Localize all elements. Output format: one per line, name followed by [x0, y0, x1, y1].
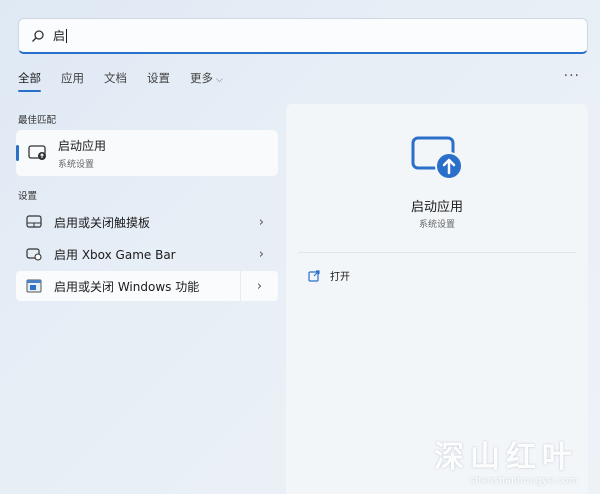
list-item-touchpad[interactable]: 启用或关闭触摸板 ›: [16, 207, 278, 237]
list-item-label: 启用 Xbox Game Bar: [54, 247, 176, 262]
chevron-right-icon: ›: [258, 246, 264, 262]
startup-apps-icon: [28, 145, 46, 160]
search-input[interactable]: 启: [53, 27, 65, 44]
tab-settings[interactable]: 设置: [147, 70, 170, 86]
more-options-icon[interactable]: ···: [564, 68, 580, 84]
search-box[interactable]: 启: [18, 18, 588, 54]
windows-features-icon: [26, 279, 42, 293]
text-caret: [66, 28, 68, 43]
game-bar-icon: [26, 248, 42, 261]
best-match-subtitle: 系统设置: [58, 159, 95, 170]
list-item-windows-features[interactable]: 启用或关闭 Windows 功能 ›: [16, 271, 278, 301]
list-item-label: 启用或关闭 Windows 功能: [54, 279, 200, 294]
startup-apps-large-icon: [411, 136, 463, 180]
tab-documents[interactable]: 文档: [104, 70, 127, 86]
list-item-xbox-game-bar[interactable]: 启用 Xbox Game Bar ›: [16, 239, 278, 269]
detail-title: 启动应用: [410, 200, 463, 215]
best-match-text: 启动应用 系统设置: [58, 137, 106, 170]
watermark-title: 深山红叶: [434, 440, 578, 475]
watermark-url: shenshanhongye.com: [470, 476, 578, 486]
open-label: 打开: [330, 272, 350, 283]
filter-tabs: 全部 应用 文档 设置 更多 ⌵: [18, 70, 243, 92]
selection-indicator: [16, 145, 19, 161]
chevron-right-icon[interactable]: ›: [240, 271, 278, 301]
open-external-icon: [308, 269, 320, 282]
tab-all[interactable]: 全部: [18, 70, 41, 92]
watermark: 深山红叶 shenshanhongye.com: [434, 432, 578, 486]
detail-subtitle: 系统设置: [418, 220, 455, 230]
chevron-down-icon: ⌵: [216, 75, 223, 85]
chevron-right-icon: ›: [258, 214, 264, 230]
settings-heading: 设置: [18, 191, 38, 202]
search-icon: [32, 29, 44, 42]
best-match-title: 启动应用: [58, 138, 107, 153]
touchpad-icon: [26, 215, 42, 228]
tab-apps[interactable]: 应用: [61, 70, 84, 86]
open-button[interactable]: 打开: [308, 268, 350, 283]
best-match-item[interactable]: 启动应用 系统设置: [16, 130, 278, 176]
tab-more-label: 更多: [190, 71, 213, 85]
list-item-label: 启用或关闭触摸板: [54, 215, 151, 230]
detail-divider: [298, 252, 576, 253]
best-match-heading: 最佳匹配: [18, 115, 57, 126]
tab-more[interactable]: 更多 ⌵: [190, 70, 223, 86]
